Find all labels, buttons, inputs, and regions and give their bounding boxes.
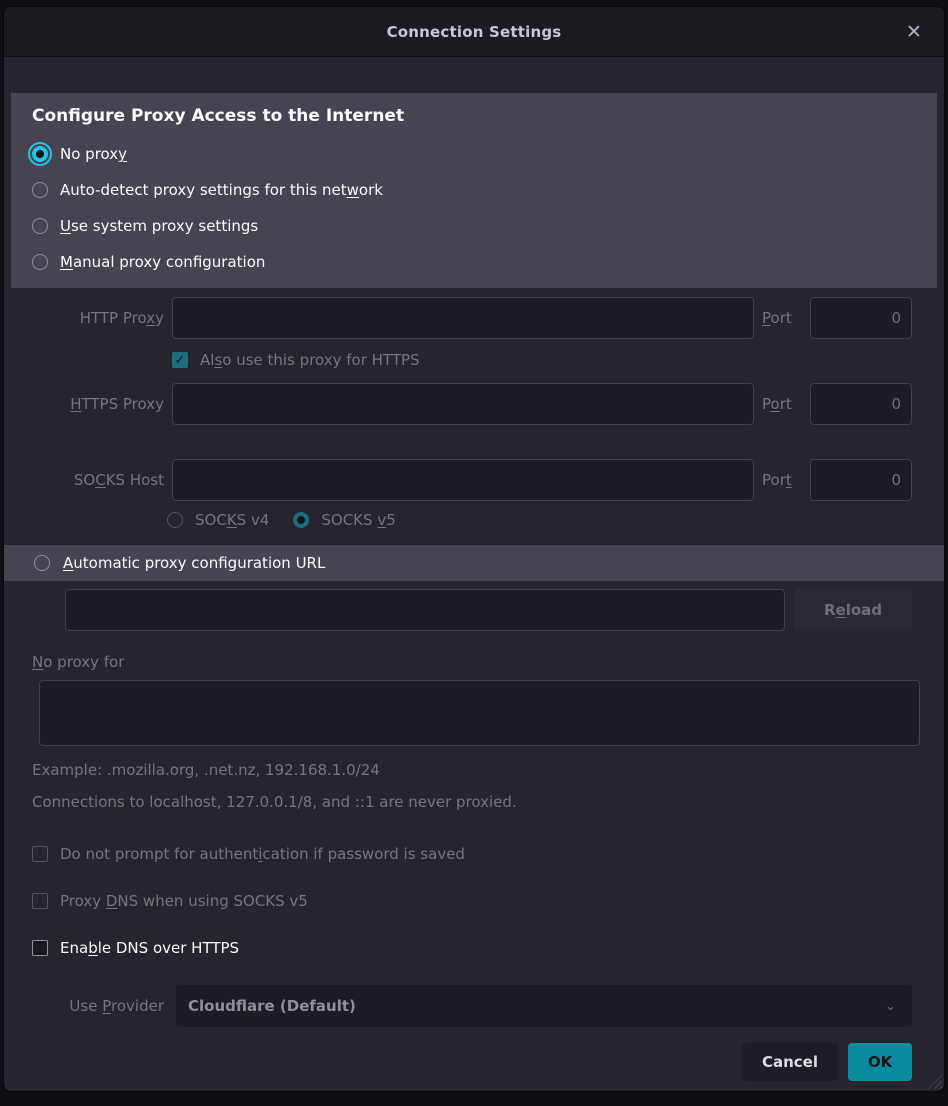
socks-port-input [810, 459, 912, 501]
reload-button: Reload [794, 589, 912, 631]
radio-button-icon [34, 555, 50, 571]
radio-system-proxy[interactable]: Use system proxy settings [32, 208, 916, 244]
radio-automatic-proxy-url[interactable]: Automatic proxy configuration URL [4, 545, 944, 581]
checkbox-icon [32, 940, 48, 956]
proxy-mode-panel: Configure Proxy Access to the Internet N… [11, 93, 937, 288]
checkbox-label: Enable DNS over HTTPS [60, 939, 239, 957]
no-proxy-for-textarea [39, 680, 920, 746]
checkbox-no-auth-prompt: Do not prompt for authentication if pass… [32, 840, 944, 868]
resize-grip[interactable] [927, 1074, 942, 1089]
dialog-titlebar: Connection Settings ✕ [4, 7, 944, 57]
http-proxy-input [172, 297, 754, 339]
checkbox-checked-icon: ✓ [172, 352, 188, 368]
socks-host-input [172, 459, 754, 501]
localhost-note-text: Connections to localhost, 127.0.0.1/8, a… [32, 793, 944, 811]
http-proxy-label: HTTP Proxy [24, 309, 164, 327]
provider-selected-value: Cloudflare (Default) [188, 997, 356, 1015]
radio-auto-detect[interactable]: Auto-detect proxy settings for this netw… [32, 172, 916, 208]
checkbox-label: Do not prompt for authentication if pass… [60, 845, 465, 863]
radio-no-proxy[interactable]: No proxy [32, 136, 916, 172]
radio-label: No proxy [60, 145, 127, 163]
socks-port-label: Port [762, 471, 802, 489]
radio-button-icon [32, 218, 48, 234]
dialog-title: Connection Settings [387, 23, 562, 41]
checkbox-icon [32, 893, 48, 909]
radio-label: Auto-detect proxy settings for this netw… [60, 181, 383, 199]
also-https-label: Also use this proxy for HTTPS [200, 351, 420, 369]
auto-url-input [65, 589, 785, 631]
panel-heading: Configure Proxy Access to the Internet [32, 106, 916, 126]
https-proxy-label: HTTPS Proxy [24, 395, 164, 413]
radio-button-icon [167, 512, 183, 528]
radio-button-icon [32, 254, 48, 270]
socks-v5-label: SOCKS v5 [321, 511, 395, 529]
close-icon[interactable]: ✕ [902, 20, 926, 44]
https-port-label: Port [762, 395, 802, 413]
cancel-button[interactable]: Cancel [742, 1043, 838, 1081]
checkbox-icon [32, 846, 48, 862]
ok-button[interactable]: OK [848, 1043, 912, 1081]
radio-button-icon [32, 182, 48, 198]
no-proxy-for-label: No proxy for [32, 653, 944, 671]
socks-version-row: SOCKS v4 SOCKS v5 [167, 511, 912, 529]
https-proxy-input [172, 383, 754, 425]
radio-manual-proxy[interactable]: Manual proxy configuration [32, 244, 916, 280]
also-https-checkbox-row: ✓ Also use this proxy for HTTPS [172, 351, 912, 369]
https-port-input [810, 383, 912, 425]
dialog-footer: Cancel OK [4, 1043, 912, 1081]
provider-dropdown: Cloudflare (Default) ⌄ [176, 985, 912, 1027]
radio-label: Manual proxy configuration [60, 253, 265, 271]
use-provider-label: Use Provider [24, 997, 164, 1015]
http-port-label: Port [762, 309, 802, 327]
socks-v4-label: SOCKS v4 [195, 511, 269, 529]
chevron-down-icon: ⌄ [885, 999, 896, 1014]
doh-provider-row: Use Provider Cloudflare (Default) ⌄ [24, 985, 912, 1027]
auto-url-row: Reload [65, 589, 912, 631]
radio-label: Use system proxy settings [60, 217, 258, 235]
socks-host-label: SOCKS Host [24, 471, 164, 489]
radio-button-icon [32, 146, 48, 162]
radio-button-checked-icon [293, 512, 309, 528]
checkbox-label: Proxy DNS when using SOCKS v5 [60, 892, 308, 910]
manual-proxy-section: HTTP Proxy Port ✓ Also use this proxy fo… [24, 297, 912, 529]
http-port-input [810, 297, 912, 339]
connection-settings-dialog: Connection Settings ✕ Configure Proxy Ac… [3, 6, 945, 1092]
radio-label: Automatic proxy configuration URL [63, 554, 325, 572]
no-proxy-example-text: Example: .mozilla.org, .net.nz, 192.168.… [32, 761, 944, 779]
checkbox-proxy-dns-socks5: Proxy DNS when using SOCKS v5 [32, 887, 944, 915]
checkbox-enable-doh[interactable]: Enable DNS over HTTPS [32, 934, 944, 962]
